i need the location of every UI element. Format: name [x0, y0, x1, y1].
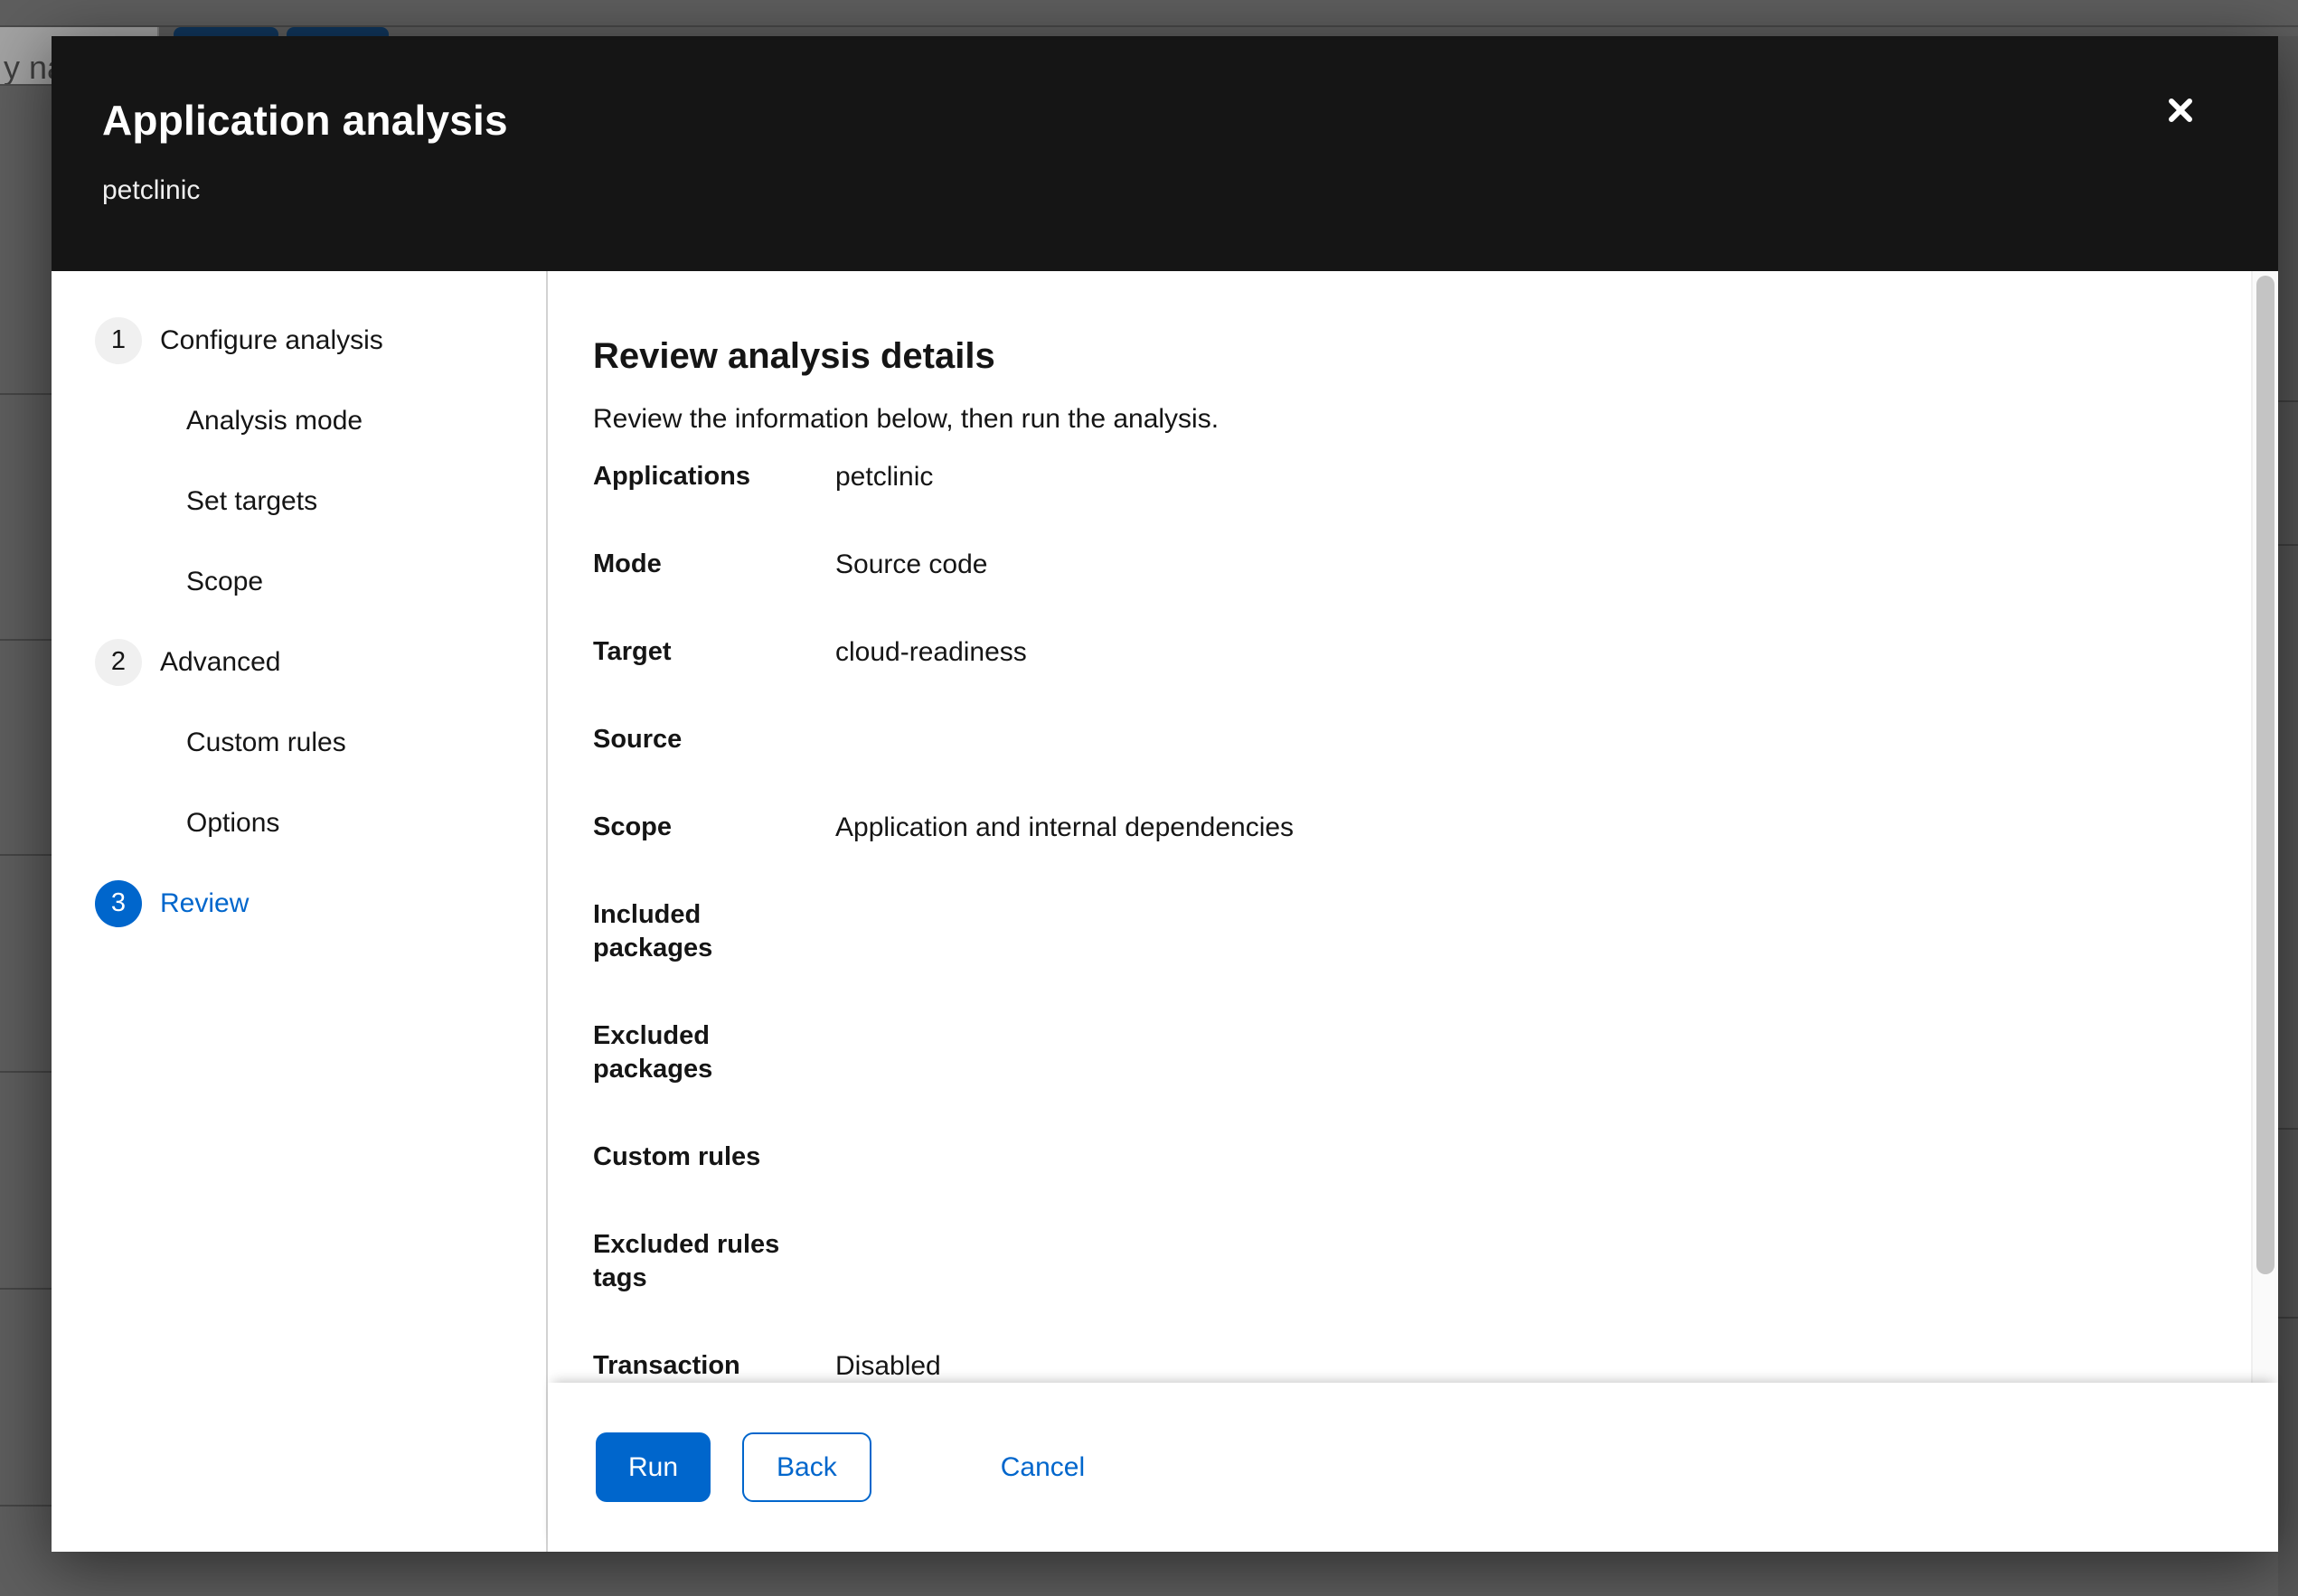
close-button[interactable] [2159, 89, 2202, 132]
field-value [835, 1228, 2197, 1295]
field-value: petclinic [835, 460, 2197, 493]
field-label: Custom rules [593, 1141, 835, 1174]
review-field-row: Custom rules [593, 1141, 2197, 1174]
sidebar-item-advanced[interactable]: 2 Advanced [52, 622, 546, 702]
modal-title: Application analysis [102, 94, 2227, 146]
step-label: Analysis mode [186, 406, 363, 437]
step-label: Set targets [186, 486, 317, 517]
modal-subtitle: petclinic [102, 175, 2227, 206]
step-number-badge: 3 [95, 880, 142, 927]
step-number-badge: 2 [95, 639, 142, 686]
sidebar-item-review[interactable]: 3 Review [52, 863, 546, 944]
backdrop-table-left-strip [0, 84, 52, 1596]
field-label: Target [593, 635, 835, 669]
field-value [835, 898, 2197, 965]
field-value [835, 723, 2197, 756]
review-field-row: Excluded packages [593, 1019, 2197, 1086]
review-field-row: Scope Application and internal dependenc… [593, 811, 2197, 844]
page: y na Application analysis petclinic [0, 0, 2298, 1596]
step-label: Advanced [160, 647, 280, 678]
wizard-main: Review analysis details Review the infor… [548, 271, 2278, 1552]
cancel-button[interactable]: Cancel [1001, 1452, 1085, 1483]
page-description: Review the information below, then run t… [593, 402, 2197, 437]
back-button[interactable]: Back [742, 1432, 871, 1502]
step-number-badge: 1 [95, 317, 142, 364]
field-value: cloud-readiness [835, 635, 2197, 669]
review-field-row: Source [593, 723, 2197, 756]
step-label: Options [186, 808, 279, 839]
modal-header: Application analysis petclinic [52, 36, 2278, 271]
scrollbar-track[interactable] [2251, 271, 2278, 1383]
step-label: Review [160, 888, 249, 919]
field-label: Applications [593, 460, 835, 493]
field-label: Excluded rules tags [593, 1228, 835, 1295]
sidebar-item-set-targets[interactable]: Set targets [52, 461, 546, 541]
step-label: Scope [186, 567, 263, 597]
application-analysis-modal: Application analysis petclinic 1 Configu… [52, 36, 2278, 1552]
wizard-footer: Run Back Cancel [548, 1383, 2278, 1552]
close-icon [2165, 95, 2196, 126]
field-label: Transaction Report [593, 1349, 835, 1383]
page-title: Review analysis details [593, 334, 2197, 378]
sidebar-item-scope[interactable]: Scope [52, 541, 546, 622]
field-label: Excluded packages [593, 1019, 835, 1086]
field-value [835, 1019, 2197, 1086]
review-field-row: Target cloud-readiness [593, 635, 2197, 669]
sidebar-item-custom-rules[interactable]: Custom rules [52, 702, 546, 783]
field-value: Source code [835, 548, 2197, 581]
field-value [835, 1141, 2197, 1174]
review-field-row: Transaction Report Disabled [593, 1349, 2197, 1383]
run-button[interactable]: Run [596, 1432, 711, 1502]
wizard: 1 Configure analysis Analysis mode Set t… [52, 271, 2278, 1552]
step-label: Custom rules [186, 728, 346, 758]
sidebar-item-configure-analysis[interactable]: 1 Configure analysis [52, 300, 546, 380]
review-field-row: Included packages [593, 898, 2197, 965]
scrollbar-thumb[interactable] [2256, 276, 2274, 1274]
field-label: Included packages [593, 898, 835, 965]
wizard-nav: 1 Configure analysis Analysis mode Set t… [52, 271, 548, 1552]
sidebar-item-options[interactable]: Options [52, 783, 546, 863]
review-field-row: Mode Source code [593, 548, 2197, 581]
review-field-row: Applications petclinic [593, 460, 2197, 493]
review-step-body: Review analysis details Review the infor… [548, 271, 2278, 1383]
field-value: Disabled [835, 1349, 2197, 1383]
field-label: Mode [593, 548, 835, 581]
field-label: Scope [593, 811, 835, 844]
review-field-row: Excluded rules tags [593, 1228, 2197, 1295]
step-label: Configure analysis [160, 325, 383, 356]
review-fields: Applications petclinic Mode Source code … [593, 460, 2197, 1383]
sidebar-item-analysis-mode[interactable]: Analysis mode [52, 380, 546, 461]
backdrop-table-right-strip [2278, 36, 2298, 1596]
field-value: Application and internal dependencies [835, 811, 2197, 844]
field-label: Source [593, 723, 835, 756]
